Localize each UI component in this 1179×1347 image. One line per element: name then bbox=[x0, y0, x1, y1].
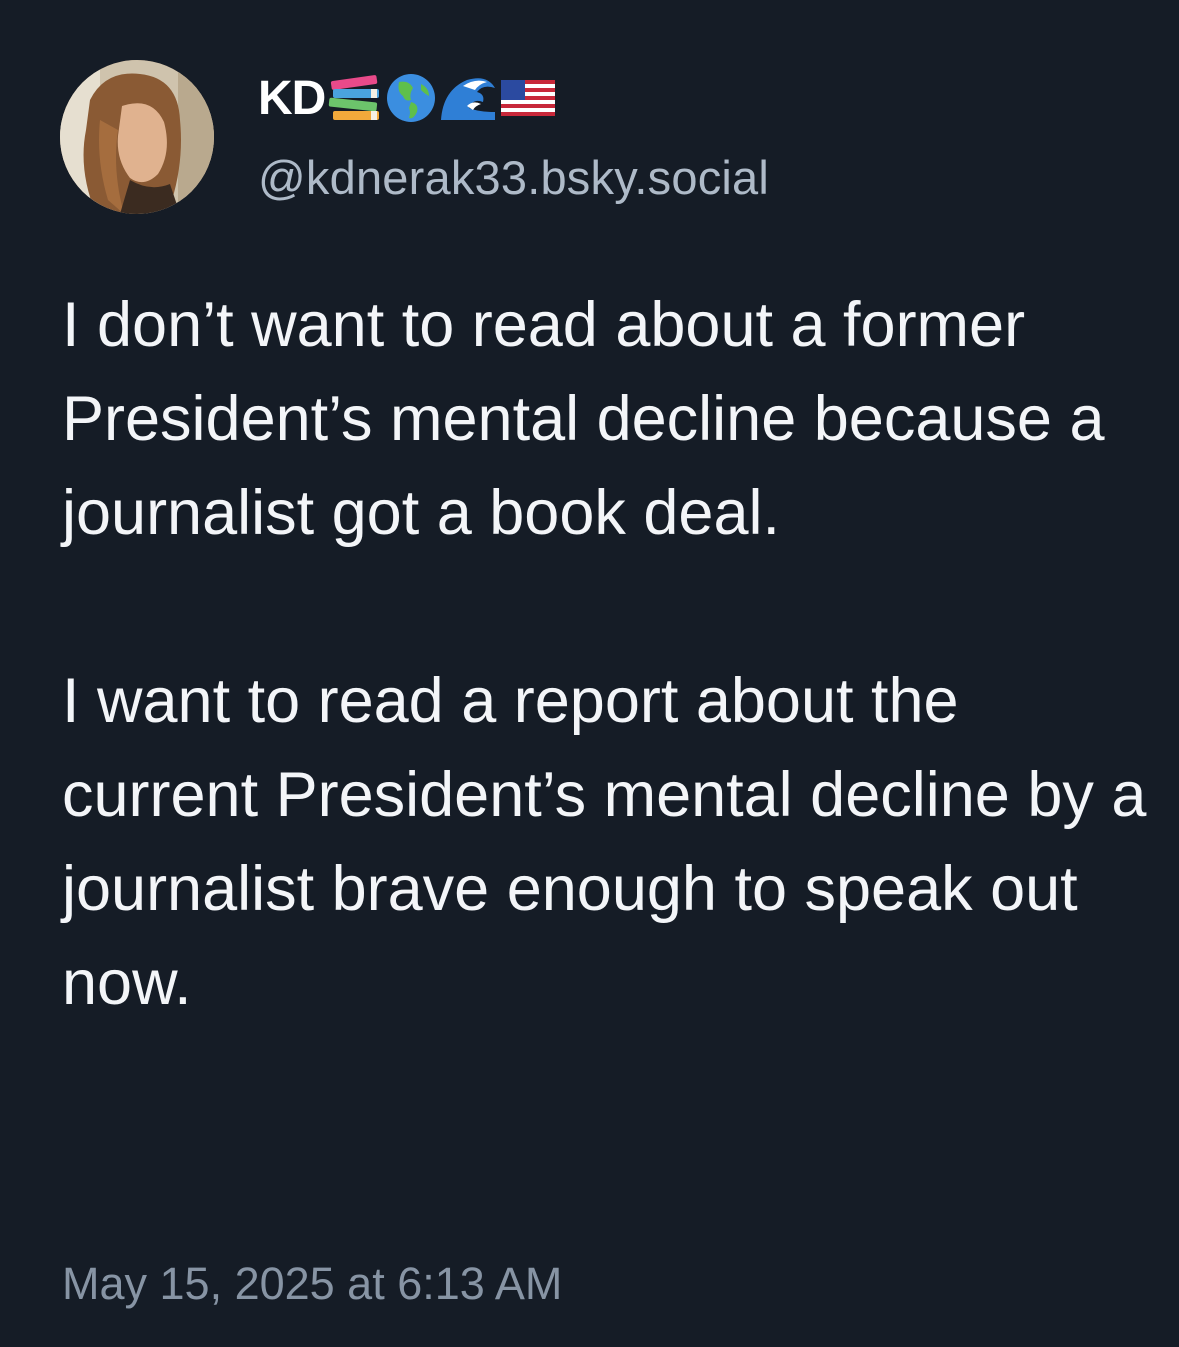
water-wave-emoji-icon bbox=[441, 78, 496, 120]
author-avatar[interactable] bbox=[60, 60, 214, 214]
display-name[interactable]: KD bbox=[258, 71, 326, 126]
globe-americas-emoji-icon bbox=[387, 74, 436, 122]
post-card: KD @kdnerak33.bsky.social I don’t want t… bbox=[0, 0, 1179, 1347]
post-paragraph-2: I want to read a report about the curren… bbox=[62, 666, 1147, 1018]
name-emoji-group bbox=[327, 72, 559, 124]
books-emoji-icon bbox=[329, 75, 380, 120]
avatar-photo bbox=[60, 60, 214, 214]
author-handle[interactable]: @kdnerak33.bsky.social bbox=[258, 150, 769, 205]
post-paragraph-1: I don’t want to read about a former Pres… bbox=[62, 290, 1105, 548]
post-timestamp[interactable]: May 15, 2025 at 6:13 AM bbox=[62, 1258, 562, 1310]
display-name-row: KD bbox=[258, 66, 559, 130]
post-text: I don’t want to read about a former Pres… bbox=[62, 278, 1152, 1030]
us-flag-emoji-icon bbox=[501, 80, 556, 116]
